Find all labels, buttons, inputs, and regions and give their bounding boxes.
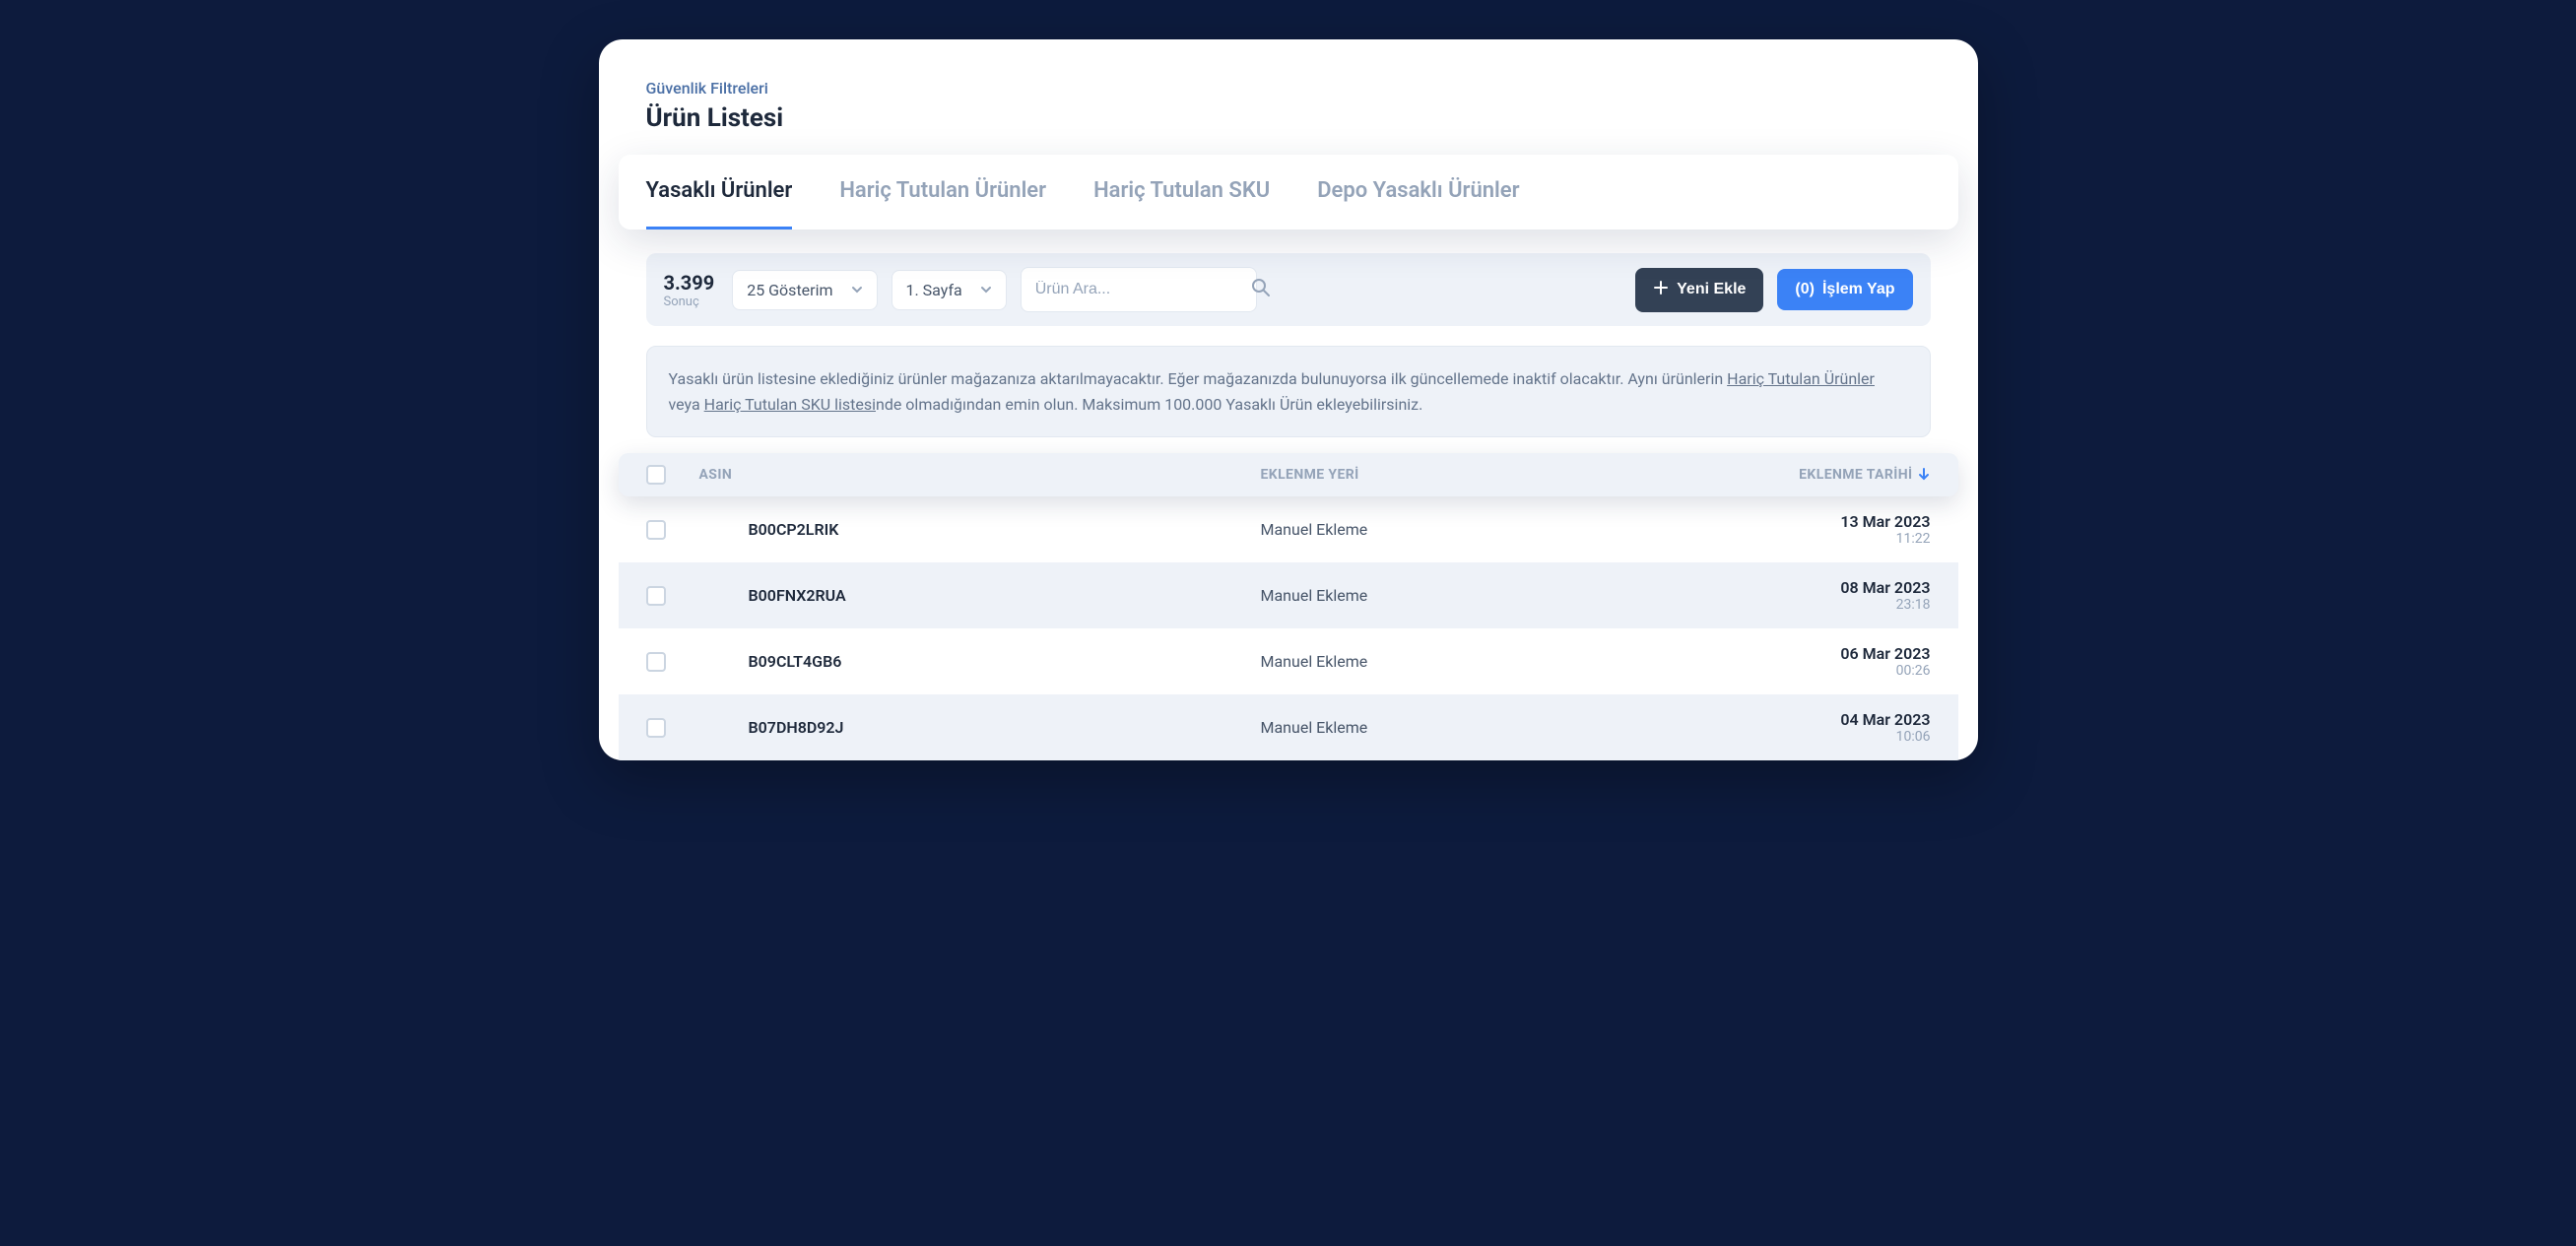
toolbar: 3.399 Sonuç 25 Gösterim 1. Sayfa — [646, 253, 1931, 326]
header-date-label: EKLENME TARİHİ — [1799, 467, 1912, 483]
add-new-label: Yeni Ekle — [1677, 281, 1746, 298]
place-value: Manuel Ekleme — [1261, 652, 1368, 671]
table-row[interactable]: B00FNX2RUA Manuel Ekleme 08 Mar 2023 23:… — [619, 562, 1958, 628]
per-page-select[interactable]: 25 Gösterim — [732, 270, 877, 310]
tab-haric-tutulan-urunler[interactable]: Hariç Tutulan Ürünler — [839, 155, 1046, 230]
asin-value: B00CP2LRIK — [699, 520, 839, 539]
page-select[interactable]: 1. Sayfa — [892, 270, 1007, 310]
table-header: ASIN EKLENME YERİ EKLENME TARİHİ — [619, 453, 1958, 496]
time-value: 11:22 — [1840, 531, 1930, 547]
info-text-1: Yasaklı ürün listesine eklediğiniz ürünl… — [669, 369, 1728, 388]
place-value: Manuel Ekleme — [1261, 718, 1368, 737]
table-body: B00CP2LRIK Manuel Ekleme 13 Mar 2023 11:… — [619, 496, 1958, 760]
chevron-down-icon — [851, 281, 863, 299]
info-text-3: nde olmadığından emin olun. Maksimum 100… — [876, 395, 1422, 414]
row-checkbox[interactable] — [646, 520, 666, 540]
tabs: Yasaklı Ürünler Hariç Tutulan Ürünler Ha… — [619, 155, 1958, 230]
info-banner: Yasaklı ürün listesine eklediğiniz ürünl… — [646, 346, 1931, 437]
date-value: 06 Mar 2023 — [1840, 644, 1930, 663]
tab-depo-yasakli-urunler[interactable]: Depo Yasaklı Ürünler — [1317, 155, 1519, 230]
sort-desc-icon — [1917, 466, 1931, 485]
plus-icon — [1653, 280, 1669, 300]
result-count-label: Sonuç — [664, 295, 715, 309]
search-input[interactable] — [1035, 281, 1239, 298]
asin-value: B00FNX2RUA — [699, 586, 846, 605]
table-row[interactable]: B00CP2LRIK Manuel Ekleme 13 Mar 2023 11:… — [619, 496, 1958, 562]
table-row[interactable]: B07DH8D92J Manuel Ekleme 04 Mar 2023 10:… — [619, 694, 1958, 760]
table-row[interactable]: B09CLT4GB6 Manuel Ekleme 06 Mar 2023 00:… — [619, 628, 1958, 694]
add-new-button[interactable]: Yeni Ekle — [1635, 268, 1763, 312]
time-value: 00:26 — [1840, 663, 1930, 679]
breadcrumb[interactable]: Güvenlik Filtreleri — [646, 79, 1931, 98]
date-value: 08 Mar 2023 — [1840, 578, 1930, 597]
page-value: 1. Sayfa — [906, 281, 962, 299]
table: ASIN EKLENME YERİ EKLENME TARİHİ B00CP2L… — [619, 453, 1958, 760]
info-text-2: veya — [669, 395, 704, 414]
tab-yasakli-urunler[interactable]: Yasaklı Ürünler — [646, 155, 793, 230]
row-checkbox[interactable] — [646, 586, 666, 606]
select-all-checkbox[interactable] — [646, 465, 666, 485]
place-value: Manuel Ekleme — [1261, 586, 1368, 605]
page-title: Ürün Listesi — [646, 103, 1931, 133]
row-checkbox[interactable] — [646, 652, 666, 672]
info-link-haric-sku[interactable]: Hariç Tutulan SKU listesi — [704, 395, 876, 414]
header-asin[interactable]: ASIN — [699, 467, 1261, 483]
action-button[interactable]: (0) İşlem Yap — [1777, 269, 1912, 310]
place-value: Manuel Ekleme — [1261, 520, 1368, 539]
tab-haric-tutulan-sku[interactable]: Hariç Tutulan SKU — [1093, 155, 1270, 230]
row-checkbox[interactable] — [646, 718, 666, 738]
time-value: 10:06 — [1840, 729, 1930, 745]
action-label: İşlem Yap — [1822, 281, 1895, 298]
result-count: 3.399 Sonuç — [664, 271, 715, 309]
date-value: 13 Mar 2023 — [1840, 512, 1930, 531]
header-date[interactable]: EKLENME TARİHİ — [1714, 466, 1931, 485]
chevron-down-icon — [980, 281, 992, 299]
search-box[interactable] — [1021, 267, 1257, 312]
asin-value: B07DH8D92J — [699, 718, 844, 737]
search-icon[interactable] — [1251, 278, 1271, 301]
header-checkbox-col — [646, 465, 699, 485]
header-place[interactable]: EKLENME YERİ — [1261, 467, 1714, 483]
per-page-value: 25 Gösterim — [747, 281, 832, 299]
time-value: 23:18 — [1840, 597, 1930, 613]
action-count: (0) — [1795, 281, 1815, 298]
asin-value: B09CLT4GB6 — [699, 652, 842, 671]
main-card: Güvenlik Filtreleri Ürün Listesi Yasaklı… — [599, 39, 1978, 760]
date-value: 04 Mar 2023 — [1840, 710, 1930, 729]
header: Güvenlik Filtreleri Ürün Listesi — [599, 79, 1978, 133]
result-count-number: 3.399 — [664, 271, 715, 295]
info-link-haric-urunler[interactable]: Hariç Tutulan Ürünler — [1727, 369, 1875, 388]
